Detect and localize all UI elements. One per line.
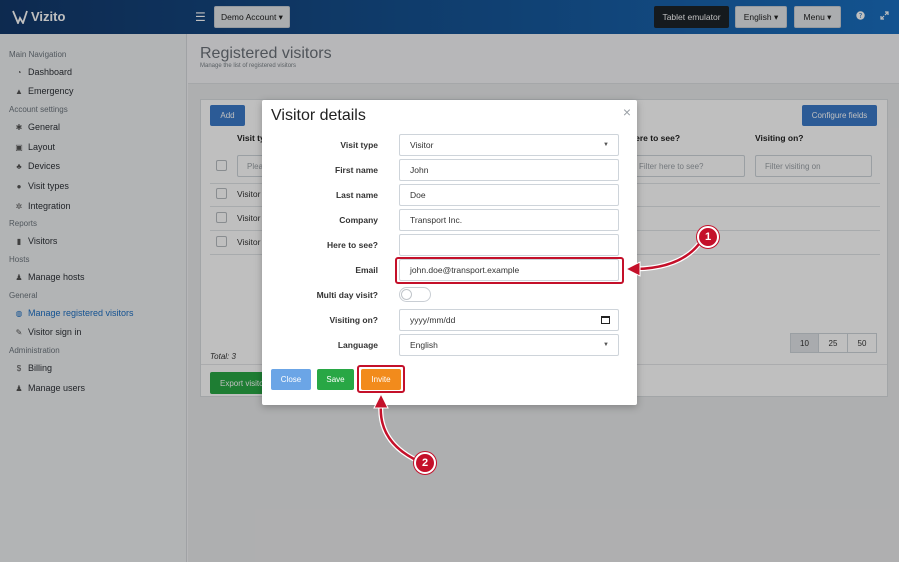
step-badge-2: 2 xyxy=(414,452,436,474)
step-badge-1: 1 xyxy=(697,226,719,248)
arrow-head-invite xyxy=(373,392,389,409)
annotation-arrows xyxy=(373,242,701,462)
arrow-head-email xyxy=(624,261,641,277)
